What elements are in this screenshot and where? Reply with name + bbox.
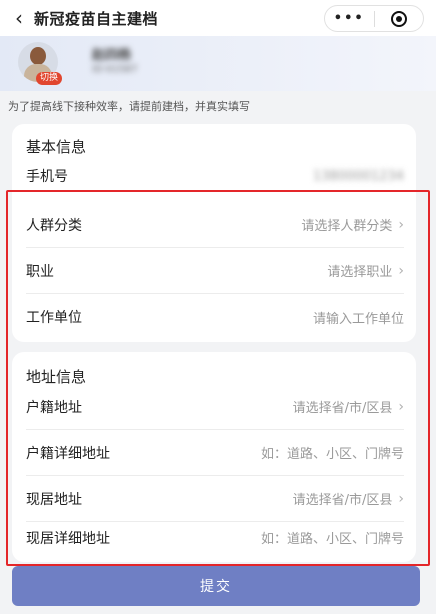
current-address-placeholder: 请选择省/市/区县	[292, 493, 393, 508]
chevron-right-icon: ›	[398, 398, 404, 415]
current-detail-input[interactable]: 如：道路、小区、门牌号	[261, 528, 404, 547]
crowd-category-select[interactable]: 请选择人群分类 ›	[301, 215, 404, 235]
work-unit-label: 工作单位	[26, 310, 82, 326]
switch-user-button[interactable]: 切换	[36, 72, 63, 85]
household-detail-row[interactable]: 户籍详细地址 如：道路、小区、门牌号	[26, 430, 404, 476]
phone-value: 13800001234	[313, 168, 404, 184]
crowd-category-row[interactable]: 人群分类 请选择人群分类 ›	[26, 202, 404, 248]
work-unit-input[interactable]: 请输入工作单位	[313, 308, 404, 327]
current-address-select[interactable]: 请选择省/市/区县 ›	[292, 489, 404, 509]
household-address-row[interactable]: 户籍地址 请选择省/市/区县 ›	[26, 384, 404, 430]
crowd-category-placeholder: 请选择人群分类	[301, 219, 393, 234]
chevron-right-icon: ›	[398, 262, 404, 279]
chevron-right-icon: ›	[398, 216, 404, 233]
crowd-category-label: 人群分类	[26, 217, 82, 234]
phone-label: 手机号	[26, 169, 68, 185]
current-detail-row[interactable]: 现居详细地址 如：道路、小区、门牌号	[26, 522, 404, 562]
current-address-label: 现居地址	[26, 491, 82, 508]
occupation-select[interactable]: 请选择职业 ›	[327, 261, 404, 281]
occupation-label: 职业	[26, 263, 54, 280]
submit-button[interactable]: 提交	[12, 566, 420, 606]
chevron-right-icon: ›	[398, 490, 404, 507]
basic-info-title: 基本信息	[26, 138, 87, 156]
basic-info-card: 基本信息 手机号 13800001234 人群分类 请选择人群分类 › 职业 请…	[12, 124, 416, 342]
work-unit-row[interactable]: 工作单位 请输入工作单位	[26, 294, 404, 340]
notice-text: 为了提高线下接种效率，请提前建档，并真实填写	[8, 100, 250, 113]
occupation-placeholder: 请选择职业	[327, 265, 393, 280]
mini-program-capsule: •••	[324, 5, 424, 32]
page-title: 新冠疫苗自主建档	[34, 9, 159, 28]
household-detail-label: 户籍详细地址	[26, 445, 110, 462]
user-id: ID·01587	[92, 64, 138, 75]
user-header: 切换 赵四杨 ID·01587	[0, 36, 436, 91]
household-address-placeholder: 请选择省/市/区县	[292, 401, 393, 416]
phone-row: 手机号 13800001234	[26, 158, 404, 194]
household-address-select[interactable]: 请选择省/市/区县 ›	[292, 397, 404, 417]
household-address-label: 户籍地址	[26, 399, 82, 416]
current-address-row[interactable]: 现居地址 请选择省/市/区县 ›	[26, 476, 404, 522]
occupation-row[interactable]: 职业 请选择职业 ›	[26, 248, 404, 294]
household-detail-input[interactable]: 如：道路、小区、门牌号	[261, 443, 404, 462]
close-icon[interactable]	[375, 10, 424, 27]
address-info-card: 地址信息 户籍地址 请选择省/市/区县 › 户籍详细地址 如：道路、小区、门牌号…	[12, 352, 416, 562]
current-detail-label: 现居详细地址	[26, 531, 110, 547]
user-name: 赵四杨	[92, 48, 132, 63]
nav-bar: ‹ 新冠疫苗自主建档 •••	[0, 0, 436, 36]
more-icon[interactable]: •••	[325, 11, 374, 26]
back-icon[interactable]: ‹	[4, 6, 34, 30]
